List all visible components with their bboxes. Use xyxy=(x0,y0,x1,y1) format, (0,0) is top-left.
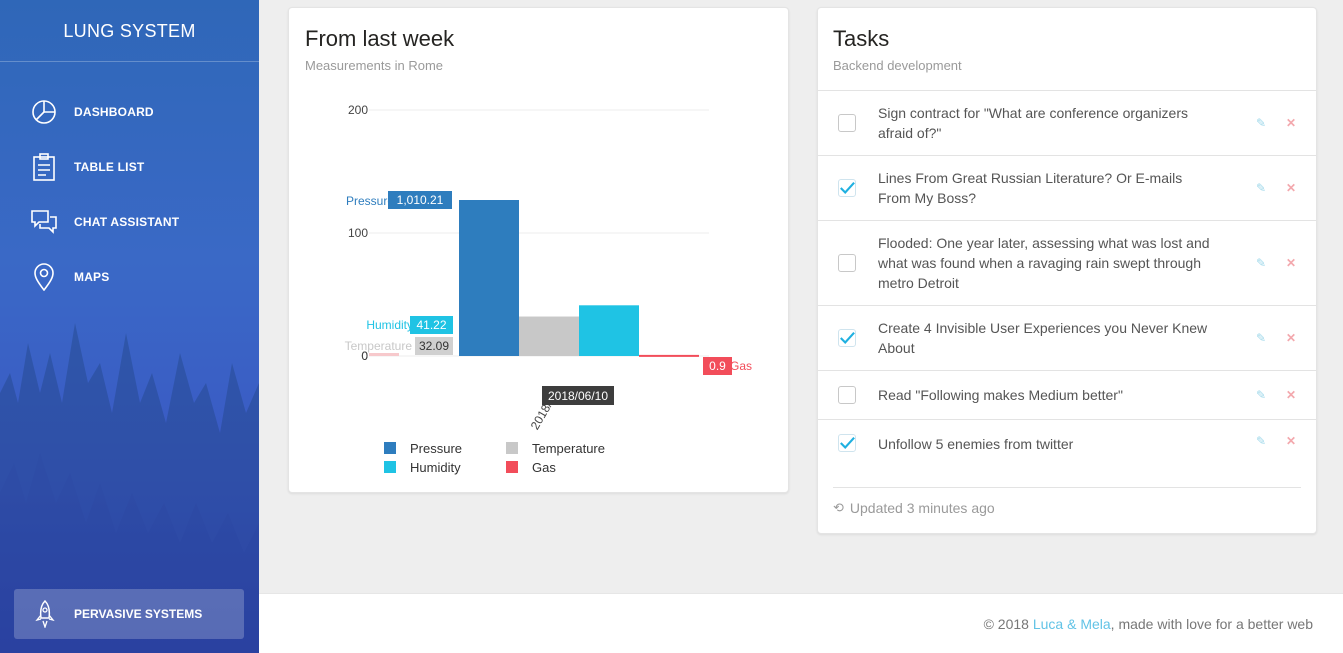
legend-label-temperature: Temperature xyxy=(532,441,605,456)
y-tick-label-zero: 0 xyxy=(361,349,368,363)
close-icon[interactable]: ✕ xyxy=(1286,116,1296,130)
chart-bar-gas xyxy=(639,354,699,357)
task-checkbox[interactable] xyxy=(838,254,856,272)
close-icon[interactable]: ✕ xyxy=(1286,181,1296,195)
chart-bar-gas-stub xyxy=(369,353,399,356)
legend-label-gas: Gas xyxy=(532,460,556,475)
promo-label: PERVASIVE SYSTEMS xyxy=(74,607,203,621)
task-checkbox[interactable] xyxy=(838,179,856,197)
task-actions: ✎ ✕ xyxy=(1256,181,1316,195)
chart-bar-pressure xyxy=(459,200,519,356)
chart-card: From last week Measurements in Rome 0 100… xyxy=(288,7,789,493)
pie-chart-icon xyxy=(30,98,58,126)
brand-title[interactable]: LUNG SYSTEM xyxy=(0,0,259,62)
series-label-pressure: Pressure xyxy=(346,194,394,208)
sidebar-item-label: TABLE LIST xyxy=(74,159,145,174)
task-text: Create 4 Invisible User Experiences you … xyxy=(878,320,1208,356)
sidebar-item-maps[interactable]: MAPS xyxy=(0,249,259,304)
sidebar-item-dashboard[interactable]: DASHBOARD xyxy=(0,84,259,139)
task-text: Read "Following makes Medium better" xyxy=(878,387,1123,403)
table-row: Lines From Great Russian Literature? Or … xyxy=(818,155,1316,220)
table-row: Flooded: One year later, assessing what … xyxy=(818,220,1316,305)
legend-swatch-pressure xyxy=(384,442,396,454)
rocket-icon xyxy=(32,600,58,628)
tasks-card-header: Tasks Backend development xyxy=(833,26,962,73)
edit-icon[interactable]: ✎ xyxy=(1256,434,1266,448)
tasks-card-title: Tasks xyxy=(833,26,890,51)
task-list: Sign contract for "What are conference o… xyxy=(818,90,1316,468)
legend-label-pressure: Pressure xyxy=(410,441,462,456)
data-label-value: 41.22 xyxy=(416,318,446,332)
close-icon[interactable]: ✕ xyxy=(1286,388,1296,402)
history-icon: ⟲ xyxy=(833,500,844,515)
task-text: Sign contract for "What are conference o… xyxy=(878,105,1189,141)
table-row: Read "Following makes Medium better" ✎ ✕ xyxy=(818,370,1316,419)
task-text: Flooded: One year later, assessing what … xyxy=(878,235,1210,291)
y-tick-label: 200 xyxy=(348,103,368,117)
data-label-value: 0.9 xyxy=(709,359,726,373)
tasks-footer: ⟲ Updated 3 minutes ago xyxy=(833,487,1301,516)
legend-label-humidity: Humidity xyxy=(410,460,461,475)
series-label-humidity: Humidity xyxy=(366,318,413,332)
table-row: Create 4 Invisible User Experiences you … xyxy=(818,305,1316,370)
pervasive-systems-button[interactable]: PERVASIVE SYSTEMS xyxy=(14,589,244,639)
task-text: Lines From Great Russian Literature? Or … xyxy=(878,170,1183,206)
sidebar-item-chat-assistant[interactable]: CHAT ASSISTANT xyxy=(0,194,259,249)
table-row: Sign contract for "What are conference o… xyxy=(818,90,1316,155)
copyright-prefix: © 2018 xyxy=(983,616,1033,632)
sidebar-item-label: CHAT ASSISTANT xyxy=(74,214,180,229)
edit-icon[interactable]: ✎ xyxy=(1256,256,1266,270)
edit-icon[interactable]: ✎ xyxy=(1256,388,1266,402)
legend-swatch-temperature xyxy=(506,442,518,454)
copyright: © 2018 Luca & Mela, made with love for a… xyxy=(984,616,1313,632)
tasks-card-subtitle: Backend development xyxy=(833,58,962,73)
tasks-card: Tasks Backend development Sign contract … xyxy=(817,7,1317,534)
chart-bar-temperature xyxy=(519,316,579,356)
chart-bar-humidity xyxy=(579,305,639,356)
close-icon[interactable]: ✕ xyxy=(1286,434,1296,448)
tasks-updated-text: Updated 3 minutes ago xyxy=(849,500,995,516)
chat-icon xyxy=(30,208,58,236)
y-tick-label: 100 xyxy=(348,226,368,240)
legend-swatch-humidity xyxy=(384,461,396,473)
sidebar-item-table-list[interactable]: TABLE LIST xyxy=(0,139,259,194)
table-row: Unfollow 5 enemies from twitter ✎ ✕ xyxy=(818,419,1316,468)
task-checkbox[interactable] xyxy=(838,329,856,347)
legend-swatch-gas xyxy=(506,461,518,473)
task-actions: ✎ ✕ xyxy=(1256,256,1316,270)
sidebar: LUNG SYSTEM DASHBOARD TABLE LIST CHAT AS… xyxy=(0,0,259,653)
sidebar-item-label: DASHBOARD xyxy=(74,104,154,119)
authors-link[interactable]: Luca & Mela xyxy=(1033,616,1111,632)
sidebar-item-label: MAPS xyxy=(74,269,110,284)
close-icon[interactable]: ✕ xyxy=(1286,331,1296,345)
map-pin-icon xyxy=(30,262,58,291)
task-checkbox[interactable] xyxy=(838,114,856,132)
data-label-value: 1,010.21 xyxy=(397,193,444,207)
edit-icon[interactable]: ✎ xyxy=(1256,181,1266,195)
series-label-temperature: Temperature xyxy=(345,339,413,353)
task-actions: ✎ ✕ xyxy=(1256,331,1316,345)
task-actions: ✎ ✕ xyxy=(1256,388,1316,402)
task-actions: ✎ ✕ xyxy=(1256,116,1316,130)
task-checkbox[interactable] xyxy=(838,386,856,404)
data-label-value: 32.09 xyxy=(419,339,449,353)
task-actions: ✎ ✕ xyxy=(1256,434,1316,448)
sidebar-nav: DASHBOARD TABLE LIST CHAT ASSISTANT MAPS xyxy=(0,84,259,304)
series-label-gas: Gas xyxy=(730,359,752,373)
task-text: Unfollow 5 enemies from twitter xyxy=(878,436,1074,452)
edit-icon[interactable]: ✎ xyxy=(1256,331,1266,345)
hover-tooltip-text: 2018/06/10 xyxy=(548,389,608,403)
task-checkbox[interactable] xyxy=(838,434,856,452)
close-icon[interactable]: ✕ xyxy=(1286,256,1296,270)
clipboard-icon xyxy=(30,152,58,181)
page-footer: © 2018 Luca & Mela, made with love for a… xyxy=(259,593,1343,653)
bar-chart: 0100200300Pressure1,010.21Humidity41.22T… xyxy=(345,103,752,475)
copyright-suffix: , made with love for a better web xyxy=(1110,616,1313,632)
edit-icon[interactable]: ✎ xyxy=(1256,116,1266,130)
